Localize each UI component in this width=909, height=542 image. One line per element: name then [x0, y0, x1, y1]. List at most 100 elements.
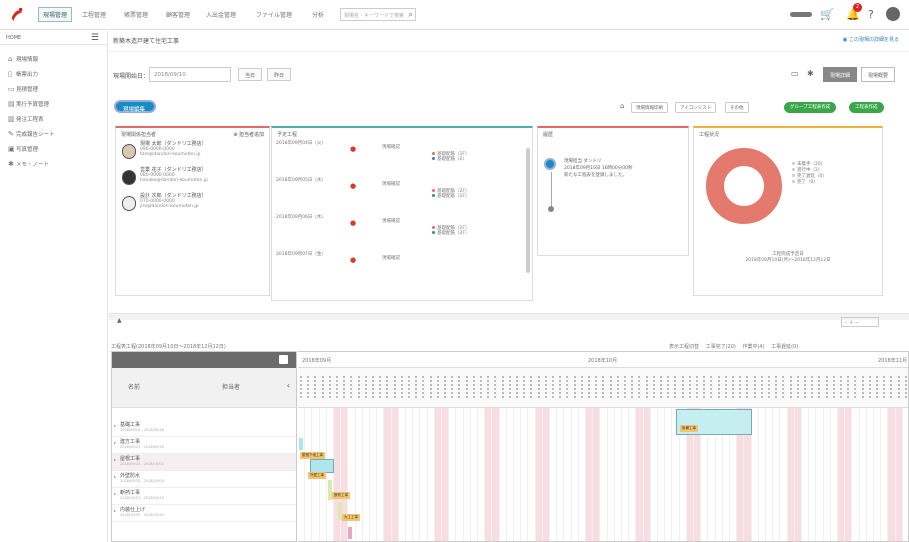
bookmark-icon[interactable]: ✱	[807, 69, 814, 78]
calendar-icon[interactable]	[279, 355, 288, 364]
schedule-row[interactable]: 2018年09月04日（火） ● 現場確認 基礎配筋（1F） 基礎配筋（2）	[272, 140, 532, 177]
sidebar-item-site-info[interactable]: ⌂ 現場情報	[0, 51, 107, 66]
task-row[interactable]: ▸ 外壁防水 2018/09/25 - 2018/10/05	[112, 471, 296, 488]
expand-icon[interactable]: ▸	[114, 474, 116, 479]
prev-day-button[interactable]: 昨日	[267, 68, 292, 81]
view-toggle-summary[interactable]: 現場概要	[861, 67, 896, 82]
day-column	[514, 408, 522, 541]
day-tick	[703, 376, 706, 398]
today-button[interactable]: 当日	[238, 68, 263, 81]
add-contact-link[interactable]: ⊕ 担当者追加	[233, 131, 264, 138]
sidebar-item-report[interactable]: ✎ 完成報告シート	[0, 126, 107, 141]
toggle-switch-icon[interactable]	[790, 12, 812, 17]
day-tick	[588, 376, 590, 398]
expand-icon[interactable]: ▸	[114, 508, 116, 513]
day-column	[399, 408, 406, 541]
nav-tab-analysis[interactable]: 分析	[312, 10, 324, 19]
day-column	[831, 408, 838, 541]
sidebar-item-budget[interactable]: ▤実行予算管理	[0, 96, 107, 111]
day-column	[478, 408, 486, 541]
expand-icon[interactable]: ▸	[114, 440, 116, 445]
progress-caption: 工程完成予定日 2018年09月10日(月)〜2018年12月12日	[694, 252, 882, 264]
nav-tab-process[interactable]: 工程管理	[82, 10, 106, 19]
task-bar[interactable]	[299, 438, 303, 450]
top-search-input[interactable]: 現場名・キーワードで検索 ⌕	[340, 8, 416, 21]
search-icon[interactable]: ⌕	[409, 10, 413, 20]
sidebar-item-notes[interactable]: ✱ メモ・ノート	[0, 156, 107, 171]
col-status: 担当者	[222, 384, 241, 391]
legend-item[interactable]: 表示工程切替	[669, 344, 699, 350]
day-tick	[753, 376, 756, 398]
create-process-button[interactable]: 工程表作成	[849, 102, 884, 113]
schedule-scrollbar[interactable]	[526, 148, 530, 273]
print-site-button[interactable]: 現場情報印刷	[631, 102, 668, 113]
schedule-row[interactable]: 2018年09月05日（水） ● 現場確認 基礎配筋（2F） 基礎配筋（1F）	[272, 177, 532, 214]
home-icon[interactable]: ⌂	[620, 102, 624, 110]
day-column	[327, 408, 334, 541]
task-row[interactable]: ▸ 断熱工事 2018/10/01 - 2018/10/10	[112, 488, 296, 505]
sidebar: HOME ☰ ⌂ 現場情報 ▯ 帳票出力 ▭見積管理 ▤実行予算管理 ▥発注工程表 …	[0, 31, 108, 542]
calendar-icon[interactable]: ▭	[791, 69, 799, 78]
history-message: 新たな工程表を登録しました。	[564, 173, 627, 178]
schedule-date: 2018年09月06日（木）	[276, 215, 326, 220]
task-bar[interactable]	[348, 527, 352, 539]
task-dates: 2018/10/05 - 2018/10/20	[120, 513, 164, 517]
group-process-button[interactable]: グループ工程表作成	[784, 102, 837, 113]
contact-card[interactable]: 設計 次郎（ダンドリ工務店） 070-0000-0000 jiro@dandor…	[120, 194, 265, 218]
day-tick	[645, 376, 648, 398]
day-column	[766, 408, 774, 541]
day-tick	[537, 376, 540, 398]
schedule-row[interactable]: 2018年09月07日（金） ● 現場確認	[272, 251, 532, 288]
hamburger-icon[interactable]: ☰	[91, 33, 99, 43]
day-tick	[343, 376, 346, 398]
date-input[interactable]: 2018/09/10	[149, 67, 231, 82]
sidebar-item-process[interactable]: ▥発注工程表	[0, 111, 107, 126]
collapse-arrow-icon[interactable]: ▲	[117, 317, 122, 324]
expand-icon[interactable]: ▸	[114, 457, 116, 462]
contact-card[interactable]: 営業 花子（ダンドリ工務店） 080-0000-0000 hanako@dand…	[120, 168, 265, 192]
view-toggle-detail[interactable]: 現場詳細	[823, 67, 858, 82]
day-tick	[472, 376, 475, 398]
app-logo[interactable]	[8, 5, 26, 23]
sidebar-item-estimate[interactable]: ▭見積管理	[0, 81, 107, 96]
collapse-icon[interactable]: ‹	[287, 381, 290, 390]
sidebar-item-label: 現場情報	[16, 57, 39, 63]
timeline-line	[551, 172, 552, 207]
day-column	[658, 408, 666, 541]
legend-item: 工事遅延(0)	[771, 344, 799, 350]
expand-icon[interactable]: ▸	[114, 423, 116, 428]
day-column	[874, 408, 882, 541]
nav-tab-site[interactable]: 現場管理	[38, 7, 73, 22]
day-tick	[868, 376, 871, 398]
day-column	[881, 408, 889, 541]
nav-tab-customers[interactable]: 顧客管理	[166, 10, 190, 19]
edit-site-button[interactable]: 現場編集する	[114, 100, 156, 121]
contact-card[interactable]: 現場 太郎（ダンドリ工務店） 090-0000-0000 taro@dandor…	[120, 142, 265, 166]
day-column	[867, 408, 874, 541]
history-avatar	[544, 158, 556, 170]
sidebar-item-forms[interactable]: ▯ 帳票出力	[0, 66, 107, 81]
task-row[interactable]: ▸ 内装仕上げ 2018/10/05 - 2018/10/20	[112, 505, 296, 522]
help-icon[interactable]: ?	[868, 8, 874, 21]
task-bar[interactable]	[310, 459, 334, 473]
more-button[interactable]: その他	[725, 102, 749, 113]
day-tick	[789, 376, 792, 398]
day-tick	[717, 376, 720, 398]
site-detail-link[interactable]: ▣ この現場の詳細を見る	[843, 36, 899, 43]
task-row[interactable]: ▸ 建方工事 2018/09/19 - 2018/09/30	[112, 437, 296, 454]
user-icon[interactable]	[886, 7, 900, 21]
day-column	[370, 408, 378, 541]
icon-list-button[interactable]: アイコンリスト	[675, 102, 717, 113]
schedule-row[interactable]: 2018年09月06日（木） ● 現場確認 基礎配筋（1F） 基礎配筋（2F）	[272, 214, 532, 251]
nav-tab-payments[interactable]: 入出金管理	[206, 10, 236, 19]
nav-tab-files[interactable]: ファイル管理	[256, 10, 292, 19]
task-row[interactable]: ▸ 屋根工事 2018/09/20 - 2018/10/02	[112, 454, 296, 471]
nav-tab-forms[interactable]: 帳票管理	[124, 10, 148, 19]
zoom-controls[interactable]: ‹ ＋ −	[841, 317, 879, 327]
sidebar-item-photos[interactable]: ▣写真管理	[0, 141, 107, 156]
task-row[interactable]: ▸ 基礎工事 2018/09/10 - 2018/09/18	[112, 420, 296, 437]
expand-icon[interactable]: ▸	[114, 491, 116, 496]
day-tick	[386, 376, 389, 398]
task-bar-label: 大工工事	[342, 514, 360, 521]
cart-icon[interactable]: 🛒	[820, 8, 834, 21]
